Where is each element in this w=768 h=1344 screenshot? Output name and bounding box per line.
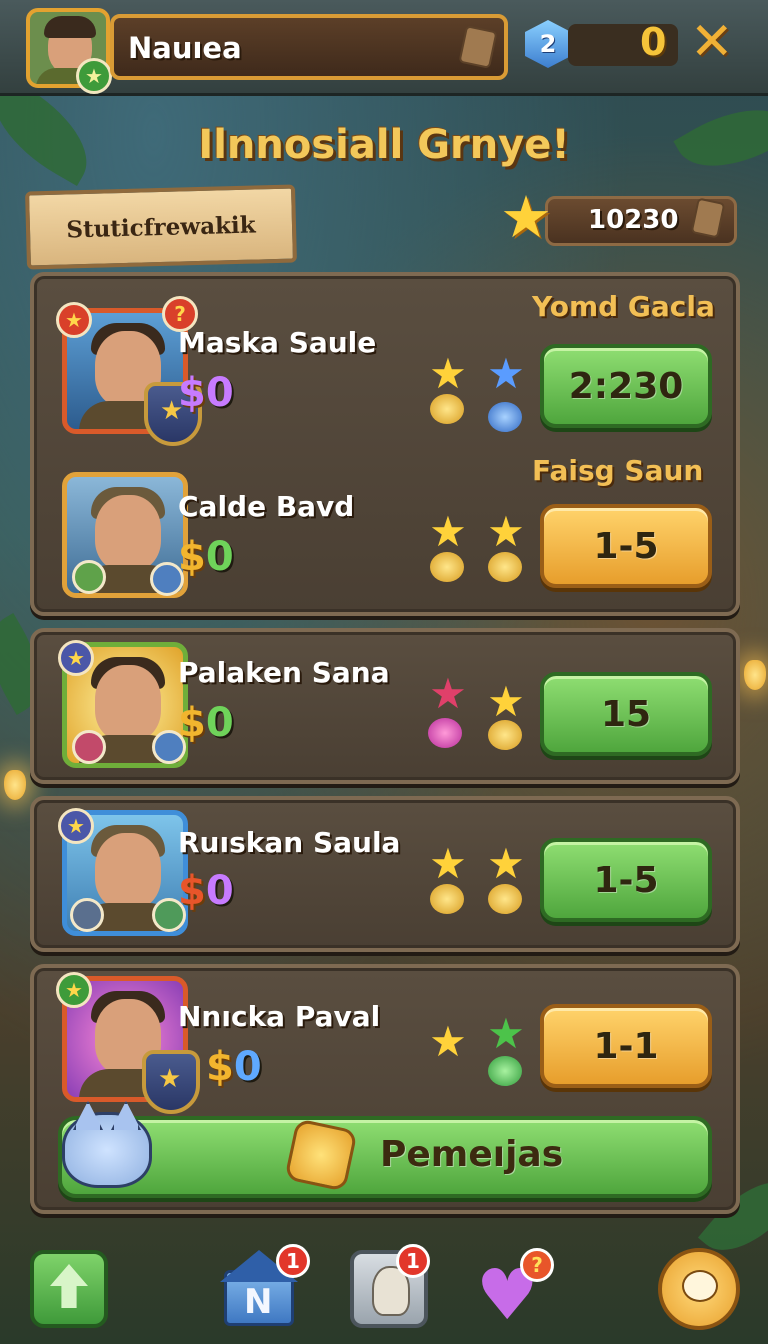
star-badge-icon: ★ [56, 302, 92, 338]
mini-portrait-icon [70, 898, 104, 932]
cost-value: 0 [205, 370, 234, 416]
close-icon[interactable]: ✕ [690, 14, 734, 70]
gold-star-icon: ★ [429, 1017, 467, 1066]
buy-button[interactable]: 15 [540, 672, 712, 756]
blue-star-icon: ★ [487, 349, 525, 398]
star-icon: ★ [500, 183, 552, 251]
gold-star-icon: ★ [487, 507, 525, 556]
star-badge-icon: ★ [56, 972, 92, 1008]
claim-button-label: Pemeıjas [380, 1134, 564, 1175]
category-sign-label: Stuticfrewakik [66, 211, 256, 243]
page-title: Ilnnosiall Grnye! [198, 122, 570, 168]
hero-name: Palaken Sana [178, 656, 390, 689]
cost-value: 0 [233, 1044, 262, 1090]
player-rank-star-icon: ★ [76, 58, 112, 94]
buy-button[interactable]: 1-5 [540, 504, 712, 588]
buy-button[interactable]: 1-5 [540, 838, 712, 922]
gold-coin-icon [488, 884, 522, 914]
cost-value: 0 [205, 868, 234, 914]
gold-star-icon: ★ [429, 349, 467, 398]
lantern-decoration [4, 770, 26, 800]
hero-cost: $0 [178, 534, 234, 580]
currency-symbol: $ [178, 700, 206, 746]
notification-badge: 1 [396, 1244, 430, 1278]
mini-portrait-icon [72, 730, 106, 764]
star-badge-icon: ★ [58, 808, 94, 844]
bottom-nav: N 1 1 ♥ ? [0, 1222, 768, 1344]
player-name-plate: Nauıea [110, 14, 508, 80]
hero-cost: $0 [206, 1044, 262, 1090]
currency-symbol: $ [178, 868, 206, 914]
currency-symbol: $ [178, 534, 206, 580]
pink-star-icon: ★ [429, 669, 467, 718]
gem-level: 2 [539, 30, 557, 58]
currency-symbol: $ [178, 370, 206, 416]
hero-name: Ruıskan Saula [178, 826, 401, 859]
buy-button[interactable]: 2:230 [540, 344, 712, 428]
notification-badge: 1 [276, 1244, 310, 1278]
pink-coin-icon [428, 718, 462, 748]
green-coin-icon [488, 1056, 522, 1086]
gold-coin-icon [488, 720, 522, 750]
cat-mascot-icon [62, 1112, 152, 1188]
hero-cost: $0 [178, 700, 234, 746]
hero-name: Calde Bavd [178, 490, 355, 523]
category-sign: Stuticfrewakik [25, 184, 297, 270]
player-name: Nauıea [128, 31, 242, 65]
blue-coin-icon [488, 402, 522, 432]
star-badge-icon: ★ [58, 640, 94, 676]
lantern-decoration [744, 660, 766, 690]
gold-coin-icon [430, 394, 464, 424]
row-header: Yomd Gacla [532, 290, 715, 323]
shield-icon [142, 1050, 200, 1114]
hero-cost: $0 [178, 370, 234, 416]
chat-bubble-icon[interactable] [658, 1248, 740, 1330]
green-star-icon: ★ [487, 1009, 525, 1058]
gold-coin-icon [430, 884, 464, 914]
cost-value: 0 [205, 700, 234, 746]
currency-symbol: $ [206, 1044, 234, 1090]
gold-coin-icon [430, 552, 464, 582]
mini-portrait-icon [72, 560, 106, 594]
scroll-icon [458, 25, 498, 69]
gold-star-icon: ★ [429, 507, 467, 556]
cost-value: 0 [205, 534, 234, 580]
hero-name: Nnıcka Paval [178, 1000, 381, 1033]
upgrade-arrow-icon[interactable] [30, 1250, 108, 1328]
notification-badge: ? [520, 1248, 554, 1282]
score-value: 10230 [588, 205, 679, 235]
gold-coin-icon [488, 552, 522, 582]
gear-star-icon [284, 1118, 358, 1192]
buy-button[interactable]: 1-1 [540, 1004, 712, 1088]
gold-star-icon: ★ [487, 677, 525, 726]
hero-name: Maska Saule [178, 326, 377, 359]
gem-count: 0 [640, 20, 667, 64]
gold-star-icon: ★ [429, 839, 467, 888]
gold-star-icon: ★ [487, 839, 525, 888]
row-header: Faisg Saun [532, 454, 704, 487]
hero-cost: $0 [178, 868, 234, 914]
